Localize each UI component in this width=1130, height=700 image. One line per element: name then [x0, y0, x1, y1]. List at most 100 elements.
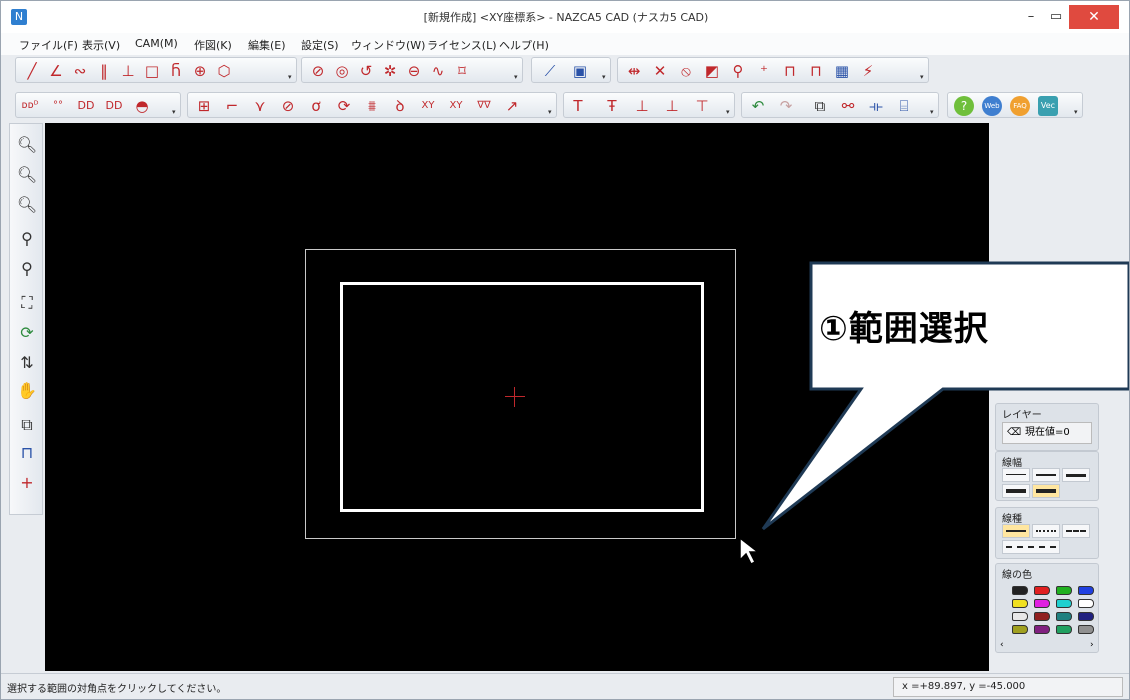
tangent-line-tool-icon[interactable]: ∾: [70, 61, 90, 81]
text-align-3-icon[interactable]: ⊤: [692, 96, 712, 116]
fillet-tool-icon[interactable]: ⌑: [452, 61, 472, 81]
line-type-dotted[interactable]: [1032, 524, 1060, 538]
polygon-tool-icon[interactable]: ⬡: [214, 61, 234, 81]
line-width-medium[interactable]: [1032, 468, 1060, 482]
faq-icon[interactable]: FAQ: [1010, 96, 1030, 116]
color-cyan-swatch[interactable]: [1056, 599, 1072, 608]
menu-help[interactable]: ヘルプ(H): [499, 37, 549, 53]
toolbar-options-icon[interactable]: ▾: [602, 74, 608, 81]
zoom-half-icon[interactable]: 🔍︎: [16, 194, 38, 216]
toolbar-options-icon[interactable]: ▾: [726, 109, 732, 116]
dim-points-icon[interactable]: ᴅᴅᴰ: [20, 96, 40, 116]
line-width-thin[interactable]: [1002, 468, 1030, 482]
extend-tool-icon[interactable]: ⁺: [754, 61, 774, 81]
close-button[interactable]: ✕: [1069, 5, 1119, 29]
node-icon[interactable]: ⚯: [838, 96, 858, 116]
parallel-line-tool-icon[interactable]: ‖: [94, 61, 114, 81]
rc-tool-icon[interactable]: ◩: [702, 61, 722, 81]
arc-tool-icon[interactable]: ↺: [356, 61, 376, 81]
grid-icon[interactable]: ⊓: [16, 442, 38, 464]
rectangle-tool-icon[interactable]: □: [142, 61, 162, 81]
layers-icon[interactable]: ⧉: [16, 414, 38, 436]
toolbar-options-icon[interactable]: ▾: [514, 74, 520, 81]
pan-icon[interactable]: ⛶: [16, 292, 38, 314]
text-edit-icon[interactable]: Ŧ: [602, 96, 622, 116]
mirror-icon[interactable]: ꝺ: [390, 96, 410, 116]
help-icon[interactable]: ?: [954, 96, 974, 116]
delete-tool-icon[interactable]: ✕: [650, 61, 670, 81]
color-navy-swatch[interactable]: [1078, 612, 1094, 621]
circle-tool-icon[interactable]: ⊘: [308, 61, 328, 81]
line-type-dashdot[interactable]: [1002, 540, 1060, 554]
color-red-swatch[interactable]: [1034, 586, 1050, 595]
text-align-icon[interactable]: ⊥: [632, 96, 652, 116]
rotate-icon[interactable]: ⟳: [334, 96, 354, 116]
circle-center-tool-icon[interactable]: ⊕: [190, 61, 210, 81]
color-green-swatch[interactable]: [1056, 586, 1072, 595]
break-tool-icon[interactable]: ⦸: [676, 61, 696, 81]
color-yellow-swatch[interactable]: [1012, 599, 1028, 608]
corner-tool-icon[interactable]: ⚲: [728, 61, 748, 81]
zoom-in-icon[interactable]: 🔍︎: [16, 134, 38, 156]
dimension-tool-icon[interactable]: ⊓: [780, 61, 800, 81]
text-tool-icon[interactable]: T: [568, 96, 588, 116]
zoom-1-icon[interactable]: ⚲: [16, 258, 38, 280]
menu-edit[interactable]: 編集(E): [248, 37, 286, 53]
cursor-cross-icon[interactable]: +: [16, 472, 38, 494]
minimize-button[interactable]: –: [1021, 5, 1041, 29]
circle-3pt-tool-icon[interactable]: ◎: [332, 61, 352, 81]
move-xy-2-icon[interactable]: XY: [446, 96, 466, 116]
angle-line-tool-icon[interactable]: ∠: [46, 61, 66, 81]
color-olive-swatch[interactable]: [1012, 625, 1028, 634]
color-teal-swatch[interactable]: [1056, 612, 1072, 621]
menu-view[interactable]: 表示(V): [82, 37, 120, 53]
color-darkred-swatch[interactable]: [1034, 612, 1050, 621]
ellipse-tool-icon[interactable]: ⊖: [404, 61, 424, 81]
dim-d-icon[interactable]: DD: [104, 96, 124, 116]
chamfer-icon[interactable]: ⌐: [222, 96, 242, 116]
color-seagreen-swatch[interactable]: [1056, 625, 1072, 634]
color-lightgray-swatch[interactable]: [1012, 612, 1028, 621]
line-tool-icon[interactable]: ╱: [22, 61, 42, 81]
color-black-swatch[interactable]: [1012, 586, 1028, 595]
dim-dia-icon[interactable]: DD: [76, 96, 96, 116]
stretch-icon[interactable]: ↗: [502, 96, 522, 116]
pattern-tool-icon[interactable]: ▦: [832, 61, 852, 81]
arc-tangent-tool-icon[interactable]: ✲: [380, 61, 400, 81]
toolbar-options-icon[interactable]: ▾: [548, 109, 554, 116]
text-align-2-icon[interactable]: ⊥: [662, 96, 682, 116]
no-entry-icon[interactable]: ⊘: [278, 96, 298, 116]
toolbar-options-icon[interactable]: ▾: [288, 74, 294, 81]
scroll-right-icon[interactable]: ›: [1090, 640, 1094, 650]
toolbar-options-icon[interactable]: ▾: [920, 74, 926, 81]
toolbar-options-icon[interactable]: ▾: [1074, 109, 1080, 116]
menu-window[interactable]: ウィンドウ(W): [351, 37, 425, 53]
dim-dots-icon[interactable]: °°: [48, 96, 68, 116]
menu-license[interactable]: ライセンス(L): [427, 37, 497, 53]
layer-selector[interactable]: ⌫ 現在値=0: [1002, 422, 1092, 444]
undo-icon[interactable]: ↶: [748, 96, 768, 116]
line-type-dashed[interactable]: [1062, 524, 1090, 538]
grid-snap-icon[interactable]: ▣: [570, 61, 590, 81]
line-width-thick[interactable]: [1062, 468, 1090, 482]
zoom-2x-icon[interactable]: 🔍︎: [16, 164, 38, 186]
color-purple-swatch[interactable]: [1034, 625, 1050, 634]
vec-icon[interactable]: Vec: [1038, 96, 1058, 116]
menu-draw[interactable]: 作図(K): [194, 37, 232, 53]
protractor-icon[interactable]: ◓: [132, 96, 152, 116]
polyline-tool-icon[interactable]: Ⴌ: [166, 61, 186, 81]
dimension-2-tool-icon[interactable]: ⊓: [806, 61, 826, 81]
perpendicular-tool-icon[interactable]: ⊥: [118, 61, 138, 81]
array-icon[interactable]: ⩩: [362, 96, 382, 116]
scroll-left-icon[interactable]: ‹: [1000, 640, 1004, 650]
measure-icon[interactable]: ⟛: [866, 96, 886, 116]
scale-icon[interactable]: ∇∇: [474, 96, 494, 116]
maximize-button[interactable]: ▭: [1046, 5, 1066, 29]
move-xy-icon[interactable]: XY: [418, 96, 438, 116]
color-white-swatch[interactable]: [1078, 599, 1094, 608]
offset-tool-icon[interactable]: ⚡: [858, 61, 878, 81]
menu-settings[interactable]: 設定(S): [301, 37, 339, 53]
copy-move-icon[interactable]: ⊞: [194, 96, 214, 116]
menu-cam[interactable]: CAM(M): [135, 37, 178, 50]
zoom-window-icon[interactable]: ⚲: [16, 228, 38, 250]
